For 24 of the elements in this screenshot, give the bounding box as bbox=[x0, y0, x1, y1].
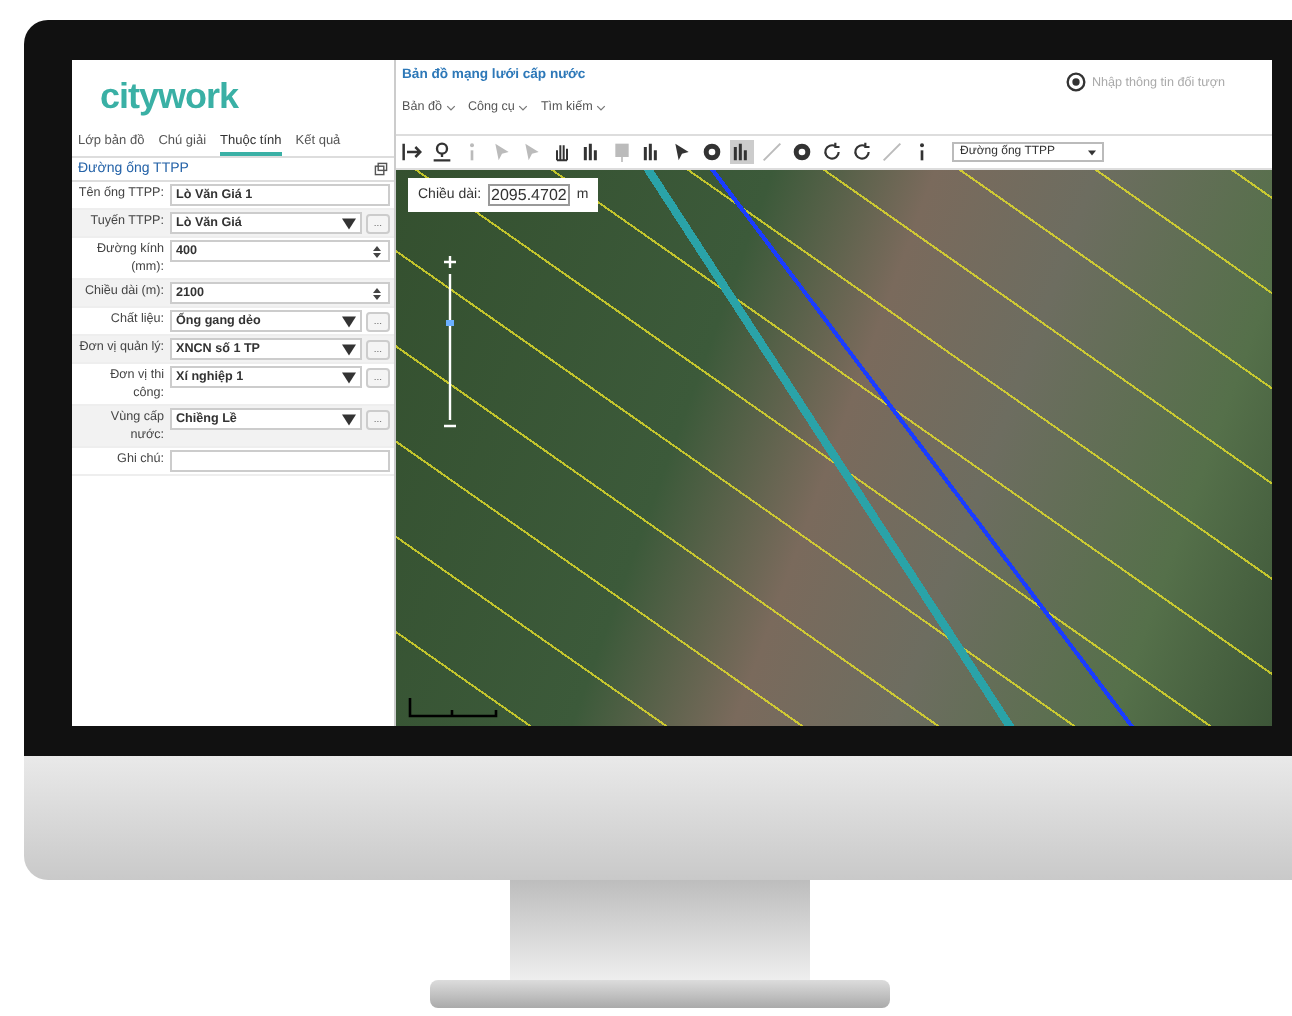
bars-icon[interactable] bbox=[730, 140, 754, 164]
dot-icon[interactable] bbox=[700, 140, 724, 164]
zoom-slider-icon[interactable] bbox=[440, 250, 460, 430]
caret-icon[interactable] bbox=[342, 343, 356, 355]
spinner-icon[interactable] bbox=[370, 245, 384, 257]
window-icon[interactable] bbox=[374, 162, 388, 176]
exit-icon[interactable] bbox=[400, 140, 424, 164]
caret-icon[interactable] bbox=[342, 413, 356, 425]
logo: citywork bbox=[98, 74, 241, 120]
spinner-icon[interactable] bbox=[370, 287, 384, 299]
rotate-icon[interactable] bbox=[820, 140, 844, 164]
scale-bar-icon bbox=[408, 694, 498, 718]
hand-icon[interactable] bbox=[550, 140, 574, 164]
caret-icon[interactable] bbox=[1088, 149, 1096, 155]
text-field[interactable] bbox=[170, 450, 390, 472]
dot-icon[interactable] bbox=[790, 140, 814, 164]
target-icon[interactable] bbox=[1066, 72, 1086, 92]
rotate-icon[interactable] bbox=[850, 140, 874, 164]
caret-icon[interactable] bbox=[342, 315, 356, 327]
caret-icon[interactable] bbox=[342, 217, 356, 229]
measure-value-field[interactable]: 2095.4702 bbox=[487, 184, 571, 206]
pointer-icon[interactable] bbox=[670, 140, 694, 164]
pin-icon[interactable] bbox=[430, 140, 454, 164]
caret-icon[interactable] bbox=[342, 371, 356, 383]
